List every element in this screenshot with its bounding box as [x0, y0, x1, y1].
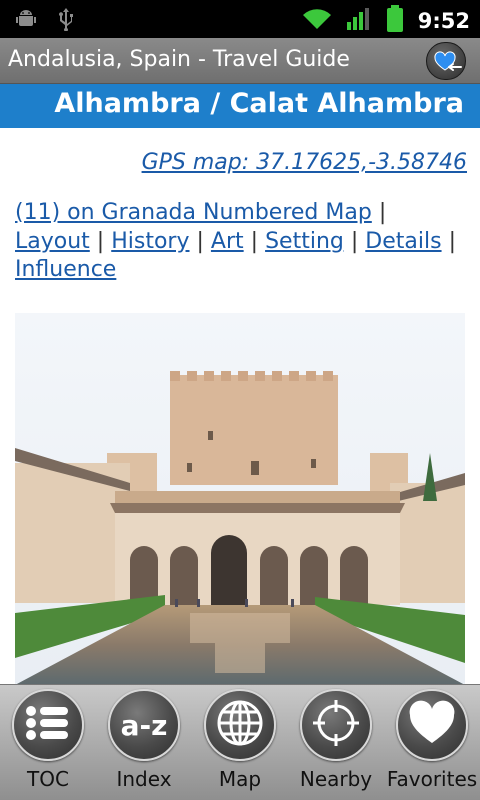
separator: | [96, 228, 105, 254]
link-layout[interactable]: Layout [15, 229, 90, 254]
section-links: (11) on Granada Numbered Map | Layout | … [15, 199, 467, 285]
nearby-label: Nearby [299, 767, 373, 791]
favorites-button[interactable]: Favorites [384, 685, 480, 800]
globe-icon [215, 698, 265, 752]
gps-line: GPS map: 37.17625,-3.58746 [15, 150, 467, 175]
link-art[interactable]: Art [211, 229, 244, 254]
index-circle: a-z [108, 689, 180, 761]
app-title: Andalusia, Spain - Travel Guide [8, 47, 350, 72]
gps-map-link[interactable]: GPS map: 37.17625,-3.58746 [142, 150, 467, 175]
battery-icon [386, 5, 404, 37]
toc-button[interactable]: TOC [0, 685, 96, 800]
map-button[interactable]: Map [192, 685, 288, 800]
link-influence[interactable]: Influence [15, 257, 116, 282]
android-debug-icon [14, 7, 38, 35]
map-label: Map [218, 767, 262, 791]
map-circle [204, 689, 276, 761]
title-bar: Andalusia, Spain - Travel Guide [0, 38, 480, 84]
link-numbered-map[interactable]: (11) on Granada Numbered Map [15, 200, 372, 225]
link-history[interactable]: History [111, 229, 189, 254]
bottom-toolbar: TOC a-z Index Map Nearby Favorites [0, 684, 480, 800]
signal-icon [346, 7, 372, 35]
separator: | [378, 200, 387, 225]
content: GPS map: 37.17625,-3.58746 (11) on Grana… [15, 128, 467, 285]
favorite-back-button[interactable] [426, 42, 466, 80]
index-label: Index [116, 767, 172, 791]
list-icon [24, 703, 72, 747]
link-setting[interactable]: Setting [265, 229, 344, 254]
favorites-circle [396, 689, 468, 761]
nearby-circle [300, 689, 372, 761]
crosshair-icon [311, 698, 361, 752]
usb-icon [56, 7, 76, 35]
toc-circle [12, 689, 84, 761]
separator: | [196, 228, 204, 254]
page-header: Alhambra / Calat Alhambra [0, 84, 480, 128]
heart-icon [407, 700, 457, 750]
link-details[interactable]: Details [365, 229, 441, 254]
page-title: Alhambra / Calat Alhambra [54, 88, 464, 119]
separator: | [448, 228, 456, 254]
status-time: 9:52 [417, 9, 470, 33]
favorites-label: Favorites [386, 767, 478, 791]
separator: | [250, 228, 259, 254]
a-z-icon: a-z [120, 708, 168, 742]
alhambra-photo[interactable] [15, 313, 465, 685]
status-bar: 9:52 [0, 0, 480, 38]
nearby-button[interactable]: Nearby [288, 685, 384, 800]
wifi-icon [302, 7, 332, 35]
index-button[interactable]: a-z Index [96, 685, 192, 800]
toc-label: TOC [27, 767, 69, 791]
separator: | [350, 228, 359, 254]
heart-back-icon [427, 51, 467, 85]
